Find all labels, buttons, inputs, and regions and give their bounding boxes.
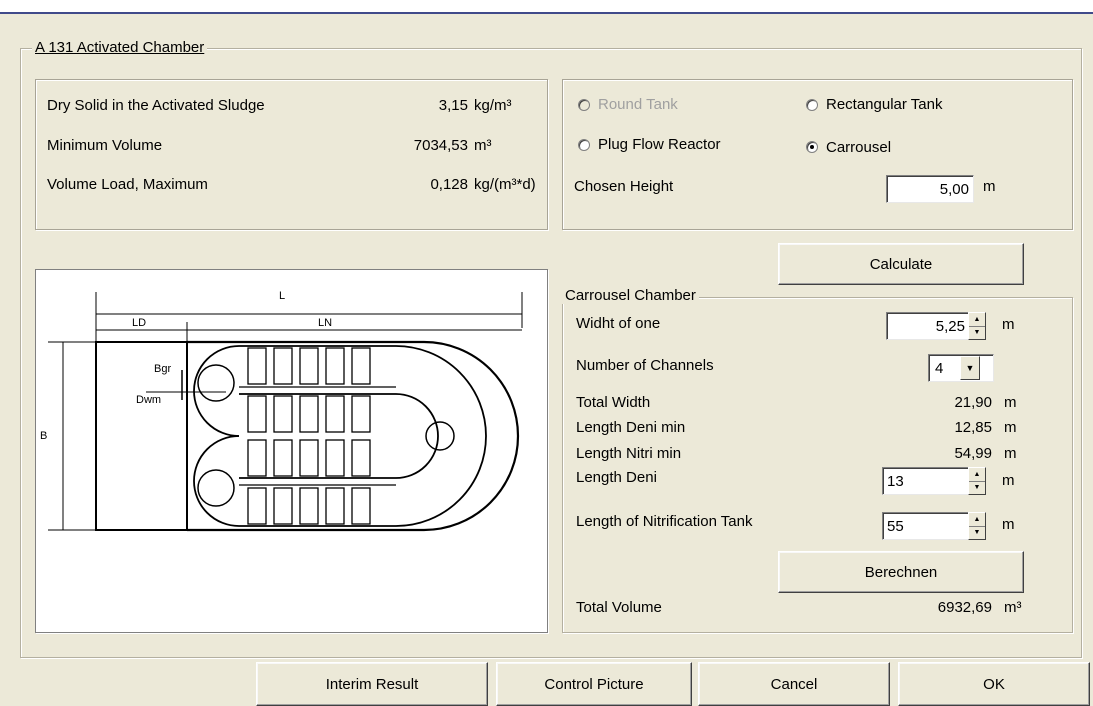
chosen-height-label: Chosen Height: [574, 178, 674, 195]
carrousel-radio[interactable]: [806, 141, 818, 153]
ok-button[interactable]: OK: [898, 662, 1090, 706]
dry-solid-value: 3,15: [438, 97, 468, 114]
round-tank-radio[interactable]: [578, 99, 590, 111]
rectangular-tank-label[interactable]: Rectangular Tank: [826, 96, 942, 114]
volume-load-label: Volume Load, Maximum: [47, 176, 208, 193]
spin-up-icon[interactable]: ▲: [969, 313, 985, 327]
nitrification-tank-spinner[interactable]: ▲ ▼: [968, 512, 986, 540]
length-nitri-min-label: Length Nitri min: [576, 445, 682, 462]
chosen-height-value: 5,00: [939, 180, 969, 198]
minimum-volume-unit: m³: [474, 137, 492, 154]
plug-flow-reactor-radio[interactable]: [578, 139, 590, 151]
dimension-Dwm: Dwm: [136, 394, 162, 406]
carrousel-schematic-svg: [48, 292, 523, 532]
chosen-height-unit: m: [983, 178, 996, 195]
dimension-L: L: [279, 290, 286, 302]
width-of-one-input[interactable]: 5,25: [886, 312, 970, 340]
spin-down-icon[interactable]: ▼: [969, 326, 985, 339]
window-top-edge: [0, 0, 1093, 14]
plug-flow-reactor-label[interactable]: Plug Flow Reactor: [598, 136, 721, 154]
width-of-one-value: 5,25: [935, 317, 965, 335]
dry-solid-label: Dry Solid in the Activated Sludge: [47, 97, 265, 114]
dry-solid-unit: kg/m³: [474, 97, 512, 114]
length-nitri-min-unit: m: [1004, 445, 1017, 462]
group-title: A 131 Activated Chamber: [32, 39, 208, 56]
length-deni-spinner[interactable]: ▲ ▼: [968, 467, 986, 495]
length-deni-label: Length Deni: [576, 469, 657, 486]
length-deni-unit: m: [1002, 472, 1015, 489]
total-volume-unit: m³: [1004, 599, 1022, 616]
length-nitri-min-value: 54,99: [954, 445, 992, 462]
carrousel-label[interactable]: Carrousel: [826, 139, 891, 157]
width-of-one-label: Widht of one: [576, 315, 661, 332]
number-of-channels-label: Number of Channels: [576, 357, 714, 374]
nitrification-tank-value: 55: [887, 517, 904, 535]
berechnen-button[interactable]: Berechnen: [778, 551, 1024, 593]
cancel-button[interactable]: Cancel: [698, 662, 890, 706]
spin-up-icon[interactable]: ▲: [969, 513, 985, 527]
length-deni-value: 13: [887, 472, 904, 490]
nitrification-tank-label: Length of Nitrification Tank: [576, 513, 753, 530]
volume-load-value: 0,128: [430, 176, 468, 193]
nitrification-tank-unit: m: [1002, 516, 1015, 533]
dimension-Bgr: Bgr: [154, 363, 172, 375]
dimension-LN: LN: [318, 317, 333, 329]
length-deni-min-label: Length Deni min: [576, 419, 686, 436]
carrousel-diagram: L LD LN Bgr Dwm B: [35, 269, 548, 633]
length-deni-min-value: 12,85: [954, 419, 992, 436]
total-width-label: Total Width: [576, 394, 651, 411]
length-deni-input[interactable]: 13: [882, 467, 970, 495]
total-width-value: 21,90: [954, 394, 992, 411]
interim-result-button[interactable]: Interim Result: [256, 662, 488, 706]
chevron-down-icon[interactable]: ▼: [960, 356, 980, 380]
spin-up-icon[interactable]: ▲: [969, 468, 985, 482]
width-of-one-spinner[interactable]: ▲ ▼: [968, 312, 986, 340]
chosen-height-input[interactable]: 5,00: [886, 175, 974, 203]
dimension-LD: LD: [132, 317, 147, 329]
rectangular-tank-radio[interactable]: [806, 99, 818, 111]
carrousel-chamber-title: Carrousel Chamber: [562, 287, 699, 304]
volume-load-unit: kg/(m³*d): [474, 176, 536, 193]
total-volume-label: Total Volume: [576, 599, 662, 616]
minimum-volume-label: Minimum Volume: [47, 137, 163, 154]
nitrification-tank-input[interactable]: 55: [882, 512, 970, 540]
dimension-B: B: [40, 430, 48, 442]
calculate-button[interactable]: Calculate: [778, 243, 1024, 285]
spin-down-icon[interactable]: ▼: [969, 526, 985, 539]
width-of-one-unit: m: [1002, 316, 1015, 333]
spin-down-icon[interactable]: ▼: [969, 481, 985, 494]
control-picture-button[interactable]: Control Picture: [496, 662, 692, 706]
number-of-channels-value: 4: [935, 359, 944, 377]
length-deni-min-unit: m: [1004, 419, 1017, 436]
total-width-unit: m: [1004, 394, 1017, 411]
round-tank-label[interactable]: Round Tank: [598, 96, 678, 114]
minimum-volume-value: 7034,53: [413, 137, 468, 154]
total-volume-value: 6932,69: [937, 599, 992, 616]
